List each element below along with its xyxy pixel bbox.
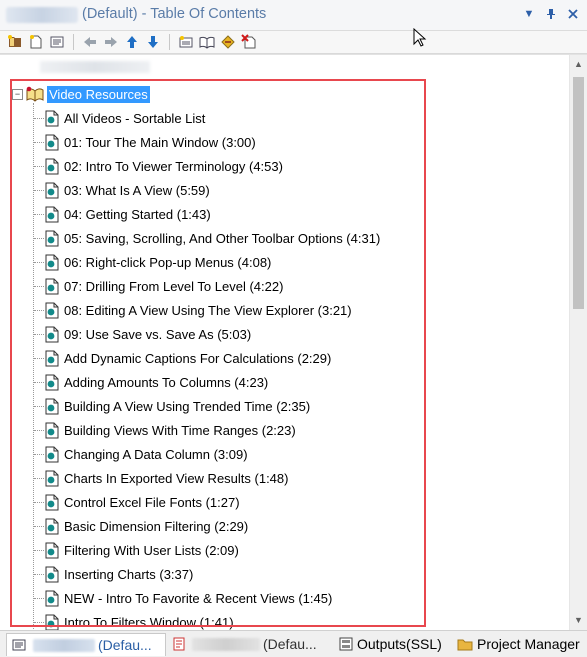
help-page-icon [45,494,59,511]
tree-item-label: 03: What Is A View (5:59) [64,183,210,198]
tree-node-label[interactable]: Video Resources [47,85,150,103]
scroll-down-icon[interactable]: ▼ [573,615,584,625]
arrow-down-icon[interactable] [144,33,162,51]
tree-item-label: Filtering With User Lists (2:09) [64,543,239,558]
tree-item-label: Inserting Charts (3:37) [64,567,194,582]
table-of-contents-icon [12,639,26,651]
tree-item-label: 01: Tour The Main Window (3:00) [64,135,256,150]
help-page-icon [45,350,59,367]
tab-outputs[interactable]: Outputs(SSL) [334,633,448,655]
vertical-scrollbar[interactable]: ▲ ▼ [569,55,587,631]
arrow-right-icon[interactable] [102,33,120,51]
scroll-up-icon[interactable]: ▲ [573,59,584,69]
help-page-icon [45,422,59,439]
help-page-icon [45,230,59,247]
open-book-icon [26,86,44,102]
help-page-icon [45,206,59,223]
tree-item-label: 02: Intro To Viewer Terminology (4:53) [64,159,283,174]
tree-item-label: Basic Dimension Filtering (2:29) [64,519,249,534]
tab-name-redacted [192,637,260,651]
tab-table-of-contents[interactable]: (Defau... [6,633,166,656]
help-page-icon [45,110,59,127]
help-page-icon [45,158,59,175]
new-book-icon[interactable] [6,33,24,51]
arrow-left-icon[interactable] [81,33,99,51]
tab-index[interactable]: (Defau... [168,633,328,655]
help-page-icon [45,566,59,583]
folder-icon [457,638,473,651]
outputs-icon [339,637,353,651]
tab-label: (Defau... [98,637,152,653]
pin-icon[interactable] [543,6,559,22]
new-page-icon[interactable] [27,33,45,51]
properties-icon[interactable] [48,33,66,51]
tab-label: Outputs(SSL) [357,636,442,652]
tree-item-label: 07: Drilling From Level To Level (4:22) [64,279,284,294]
tree-item-label: 08: Editing A View Using The View Explor… [64,303,352,318]
tree-node-video-resources[interactable]: − Video Resources [12,85,150,103]
tree-item-label: Building A View Using Trended Time (2:35… [64,399,311,414]
panel-title: (Default) - Table Of Contents [82,6,267,22]
help-page-icon [45,614,59,631]
help-page-icon [45,590,59,607]
tree-item-label: NEW - Intro To Favorite & Recent Views (… [64,591,333,606]
toc-toolbar [0,31,587,54]
tree-item-label: Changing A Data Column (3:09) [64,447,248,462]
help-page-icon [45,134,59,151]
mouse-cursor-icon [413,28,427,47]
toolbar-separator [169,34,170,50]
help-page-icon [45,542,59,559]
toolbar-separator [73,34,74,50]
tab-label: (Defau... [263,636,317,652]
index-icon [173,637,185,651]
help-page-icon [45,374,59,391]
tree-item-label: Building Views With Time Ranges (2:23) [64,423,296,438]
help-page-icon [45,254,59,271]
tab-label: Project Manager [477,636,580,652]
help-page-icon [45,278,59,295]
bottom-tab-bar: (Defau... (Defau... Outputs(SSL) Project… [0,630,587,657]
help-page-icon [45,518,59,535]
tree-item-label: All Videos - Sortable List [64,111,206,126]
help-page-icon [45,182,59,199]
tab-name-redacted [33,638,95,652]
tree-item-label: Intro To Filters Window (1:41) [64,615,234,630]
help-page-icon [45,446,59,463]
tab-project-manager[interactable]: Project Manager [452,633,586,655]
help-page-icon [45,398,59,415]
help-page-icon [45,302,59,319]
tree-item-label: 04: Getting Started (1:43) [64,207,211,222]
tree-item-label: 09: Use Save vs. Save As (5:03) [64,327,252,342]
collapse-icon[interactable]: − [12,88,23,100]
scrollbar-thumb[interactable] [573,77,584,309]
panel-title-bar: (Default) - Table Of Contents ▼ [0,0,587,31]
tree-item-label: Charts In Exported View Results (1:48) [64,471,289,486]
help-page-icon [45,326,59,343]
project-name-redacted [6,7,78,23]
arrow-up-icon[interactable] [123,33,141,51]
tree-item-label: Adding Amounts To Columns (4:23) [64,375,269,390]
title-controls: ▼ [521,6,581,22]
tree-item-label: 06: Right-click Pop-up Menus (4:08) [64,255,272,270]
help-page-icon [45,470,59,487]
open-book-icon[interactable] [198,33,216,51]
tree-item-label: Control Excel File Fonts (1:27) [64,495,240,510]
insert-heading-icon[interactable] [177,33,195,51]
table-of-contents-tree[interactable]: − Video Resources All Videos - Sortable … [0,54,587,631]
project-root-redacted [40,61,150,73]
delete-icon[interactable] [240,33,258,51]
close-icon[interactable] [565,6,581,22]
insert-link-icon[interactable] [219,33,237,51]
tree-item-label: 05: Saving, Scrolling, And Other Toolbar… [64,231,381,246]
tree-item-label: Add Dynamic Captions For Calculations (2… [64,351,332,366]
window-position-dropdown-icon[interactable]: ▼ [521,6,537,22]
